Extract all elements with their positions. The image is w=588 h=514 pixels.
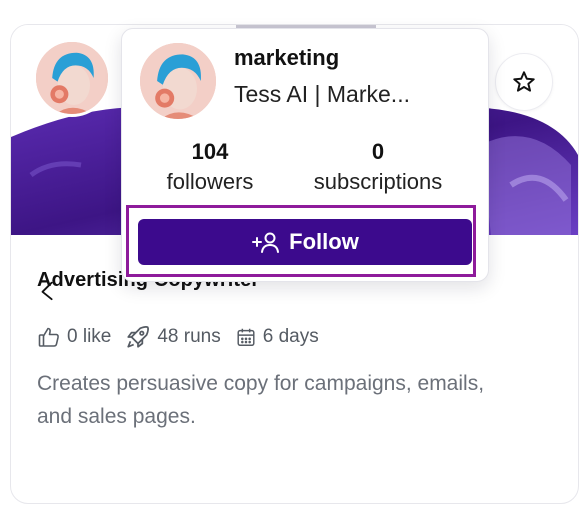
user-popover: marketing Tess AI | Marke... 104 followe… bbox=[121, 28, 489, 282]
follow-label: Follow bbox=[289, 229, 359, 254]
popover-username[interactable]: marketing bbox=[234, 45, 339, 71]
followers-count: 104 bbox=[191, 139, 229, 164]
card-description: Creates persuasive copy for campaigns, e… bbox=[37, 372, 485, 428]
subscriptions-stat[interactable]: 0 subscriptions bbox=[298, 139, 458, 199]
rocket-icon bbox=[127, 326, 150, 348]
calendar-icon bbox=[237, 328, 255, 346]
follow-button[interactable]: Follow bbox=[138, 219, 472, 265]
add-user-icon bbox=[252, 232, 280, 253]
runs-count: 48 runs bbox=[157, 326, 221, 347]
likes-count: 0 like bbox=[67, 326, 112, 347]
card-avatar bbox=[33, 39, 111, 117]
thumbs-up-icon bbox=[38, 327, 59, 347]
subscriptions-label: subscriptions bbox=[313, 169, 443, 194]
popover-avatar[interactable] bbox=[138, 41, 218, 121]
followers-stat[interactable]: 104 followers bbox=[152, 139, 268, 199]
days-count: 6 days bbox=[262, 326, 319, 347]
subscriptions-count: 0 bbox=[371, 139, 385, 164]
days-stat: 6 days bbox=[235, 326, 319, 348]
popover-subtitle: Tess AI | Marke... bbox=[234, 81, 410, 107]
star-icon bbox=[513, 71, 535, 92]
followers-label: followers bbox=[166, 169, 254, 194]
likes-stat[interactable]: 0 like bbox=[37, 325, 111, 349]
runs-stat: 48 runs bbox=[125, 324, 221, 350]
card-stats: 0 like 48 runs 6 days bbox=[37, 325, 325, 349]
favorite-button[interactable] bbox=[495, 53, 553, 111]
arrow-left-icon[interactable] bbox=[37, 279, 59, 301]
